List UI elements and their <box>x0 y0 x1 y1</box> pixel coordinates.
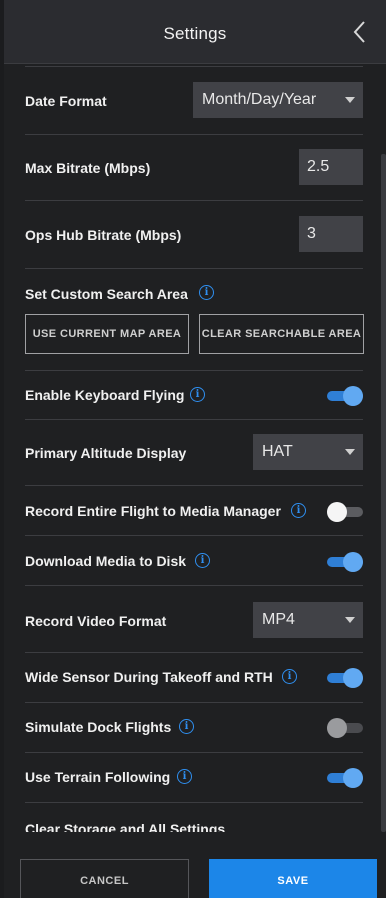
info-icon[interactable]: i <box>199 285 214 300</box>
info-icon[interactable]: i <box>195 553 210 568</box>
info-icon[interactable]: i <box>179 719 194 734</box>
divider <box>25 535 363 536</box>
wide-sensor-toggle[interactable] <box>327 668 363 688</box>
date-format-row: Date Format Month/Day/Year <box>25 82 363 118</box>
max-bitrate-input[interactable]: 2.5 <box>299 149 363 185</box>
custom-search-area-row: Set Custom Search Area i USE CURRENT MAP… <box>25 282 364 356</box>
primary-altitude-row: Primary Altitude Display HAT <box>25 434 363 470</box>
save-button[interactable]: SAVE <box>209 859 377 898</box>
keyboard-flying-label: Enable Keyboard Flying <box>25 387 185 403</box>
toggle-knob <box>343 668 363 688</box>
divider <box>25 802 363 803</box>
download-media-row: Download Media to Disk i <box>25 551 363 573</box>
record-entire-flight-row: Record Entire Flight to Media Manager i <box>25 501 363 523</box>
ops-hub-bitrate-input[interactable]: 3 <box>299 216 363 252</box>
toggle-knob <box>327 502 347 522</box>
divider <box>25 268 363 269</box>
ops-hub-bitrate-label: Ops Hub Bitrate (Mbps) <box>25 227 182 243</box>
simulate-dock-label: Simulate Dock Flights <box>25 719 172 735</box>
record-entire-flight-label: Record Entire Flight to Media Manager <box>25 503 281 519</box>
max-bitrate-label: Max Bitrate (Mbps) <box>25 160 151 176</box>
divider <box>25 370 363 371</box>
settings-panel: Settings Date Format Month/Day/Year Max … <box>4 0 386 898</box>
clear-searchable-area-button[interactable]: CLEAR SEARCHABLE AREA <box>199 314 364 354</box>
record-video-format-value: MP4 <box>262 611 295 628</box>
ops-hub-bitrate-row: Ops Hub Bitrate (Mbps) 3 <box>25 216 363 252</box>
caret-down-icon <box>345 617 355 623</box>
divider <box>25 652 363 653</box>
use-current-map-area-button[interactable]: USE CURRENT MAP AREA <box>25 314 189 354</box>
caret-down-icon <box>345 97 355 103</box>
page-title: Settings <box>163 24 227 43</box>
keyboard-flying-toggle[interactable] <box>327 386 363 406</box>
divider <box>25 66 363 67</box>
primary-altitude-select[interactable]: HAT <box>253 434 363 470</box>
divider <box>25 419 363 420</box>
custom-search-area-label: Set Custom Search Area <box>25 286 188 302</box>
download-media-label: Download Media to Disk <box>25 553 187 569</box>
divider <box>25 485 363 486</box>
primary-altitude-value: HAT <box>262 443 293 460</box>
max-bitrate-row: Max Bitrate (Mbps) 2.5 <box>25 149 363 185</box>
date-format-label: Date Format <box>25 93 107 109</box>
divider <box>25 200 363 201</box>
terrain-following-label: Use Terrain Following <box>25 769 171 785</box>
toggle-knob <box>343 552 363 572</box>
info-icon[interactable]: i <box>291 503 306 518</box>
wide-sensor-label: Wide Sensor During Takeoff and RTH <box>25 669 273 685</box>
record-entire-flight-toggle[interactable] <box>327 502 363 522</box>
record-video-format-label: Record Video Format <box>25 613 167 629</box>
clear-storage-label: Clear Storage and All Settings <box>25 821 226 832</box>
search-area-buttons: USE CURRENT MAP AREA CLEAR SEARCHABLE AR… <box>25 314 364 354</box>
scrollbar-thumb[interactable] <box>381 154 386 832</box>
settings-footer: CANCEL SAVE <box>4 832 386 898</box>
scrollbar[interactable] <box>381 64 386 832</box>
wide-sensor-row: Wide Sensor During Takeoff and RTH i <box>25 667 363 689</box>
toggle-knob <box>327 718 347 738</box>
chevron-left-icon <box>353 21 365 43</box>
info-icon[interactable]: i <box>190 387 205 402</box>
download-media-toggle[interactable] <box>327 552 363 572</box>
terrain-following-row: Use Terrain Following i <box>25 767 363 789</box>
settings-header: Settings <box>4 0 386 64</box>
caret-down-icon <box>345 449 355 455</box>
divider <box>25 702 363 703</box>
simulate-dock-toggle[interactable] <box>327 718 363 738</box>
record-video-format-select[interactable]: MP4 <box>253 602 363 638</box>
clear-storage-row[interactable]: Clear Storage and All Settings <box>25 819 363 832</box>
settings-scroll-area[interactable]: Date Format Month/Day/Year Max Bitrate (… <box>4 64 386 832</box>
keyboard-flying-row: Enable Keyboard Flying i <box>25 385 363 407</box>
divider <box>25 134 363 135</box>
date-format-value: Month/Day/Year <box>202 91 317 108</box>
divider <box>25 585 363 586</box>
simulate-dock-row: Simulate Dock Flights i <box>25 717 363 739</box>
toggle-knob <box>343 768 363 788</box>
cancel-button[interactable]: CANCEL <box>20 859 189 898</box>
date-format-select[interactable]: Month/Day/Year <box>193 82 363 118</box>
record-video-format-row: Record Video Format MP4 <box>25 602 363 638</box>
terrain-following-toggle[interactable] <box>327 768 363 788</box>
toggle-knob <box>343 386 363 406</box>
divider <box>25 752 363 753</box>
info-icon[interactable]: i <box>282 669 297 684</box>
primary-altitude-label: Primary Altitude Display <box>25 445 187 461</box>
info-icon[interactable]: i <box>177 769 192 784</box>
back-button[interactable] <box>348 18 372 46</box>
